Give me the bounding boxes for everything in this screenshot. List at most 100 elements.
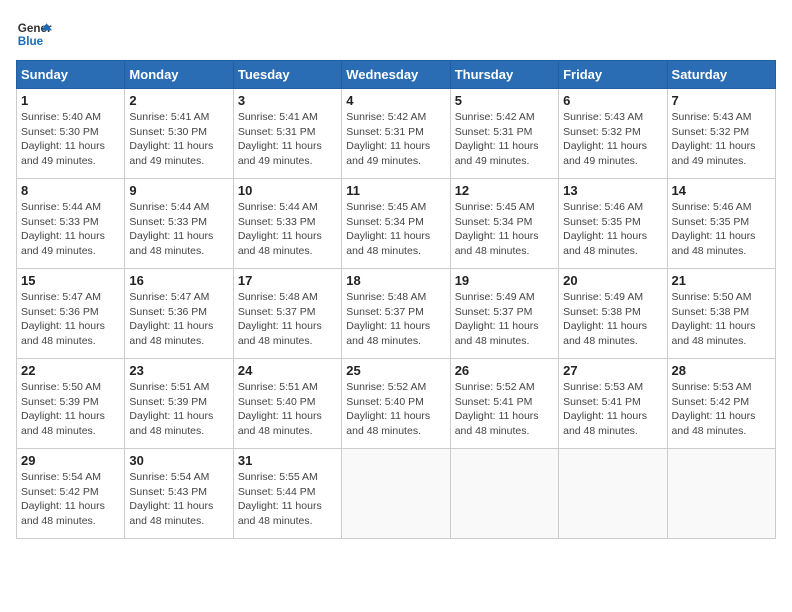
- day-number: 7: [672, 93, 771, 108]
- day-info: Sunrise: 5:45 AM Sunset: 5:34 PM Dayligh…: [346, 200, 445, 259]
- logo-icon: General Blue: [16, 16, 52, 52]
- calendar-day-cell: 29 Sunrise: 5:54 AM Sunset: 5:42 PM Dayl…: [17, 449, 125, 539]
- empty-cell: [559, 449, 667, 539]
- weekday-header: Tuesday: [233, 61, 341, 89]
- weekday-header-row: SundayMondayTuesdayWednesdayThursdayFrid…: [17, 61, 776, 89]
- weekday-header: Sunday: [17, 61, 125, 89]
- calendar-day-cell: 27 Sunrise: 5:53 AM Sunset: 5:41 PM Dayl…: [559, 359, 667, 449]
- day-number: 29: [21, 453, 120, 468]
- day-number: 27: [563, 363, 662, 378]
- day-number: 31: [238, 453, 337, 468]
- day-number: 3: [238, 93, 337, 108]
- empty-cell: [667, 449, 775, 539]
- day-number: 24: [238, 363, 337, 378]
- day-info: Sunrise: 5:46 AM Sunset: 5:35 PM Dayligh…: [563, 200, 662, 259]
- day-info: Sunrise: 5:50 AM Sunset: 5:38 PM Dayligh…: [672, 290, 771, 349]
- day-number: 10: [238, 183, 337, 198]
- empty-cell: [450, 449, 558, 539]
- day-info: Sunrise: 5:52 AM Sunset: 5:41 PM Dayligh…: [455, 380, 554, 439]
- calendar-day-cell: 24 Sunrise: 5:51 AM Sunset: 5:40 PM Dayl…: [233, 359, 341, 449]
- day-info: Sunrise: 5:41 AM Sunset: 5:30 PM Dayligh…: [129, 110, 228, 169]
- calendar-day-cell: 16 Sunrise: 5:47 AM Sunset: 5:36 PM Dayl…: [125, 269, 233, 359]
- calendar-day-cell: 11 Sunrise: 5:45 AM Sunset: 5:34 PM Dayl…: [342, 179, 450, 269]
- calendar-day-cell: 8 Sunrise: 5:44 AM Sunset: 5:33 PM Dayli…: [17, 179, 125, 269]
- day-number: 16: [129, 273, 228, 288]
- day-number: 23: [129, 363, 228, 378]
- day-number: 25: [346, 363, 445, 378]
- day-number: 14: [672, 183, 771, 198]
- day-number: 9: [129, 183, 228, 198]
- day-info: Sunrise: 5:49 AM Sunset: 5:38 PM Dayligh…: [563, 290, 662, 349]
- calendar-day-cell: 1 Sunrise: 5:40 AM Sunset: 5:30 PM Dayli…: [17, 89, 125, 179]
- calendar-table: SundayMondayTuesdayWednesdayThursdayFrid…: [16, 60, 776, 539]
- day-info: Sunrise: 5:50 AM Sunset: 5:39 PM Dayligh…: [21, 380, 120, 439]
- header: General Blue: [16, 16, 776, 52]
- day-info: Sunrise: 5:49 AM Sunset: 5:37 PM Dayligh…: [455, 290, 554, 349]
- day-info: Sunrise: 5:54 AM Sunset: 5:42 PM Dayligh…: [21, 470, 120, 529]
- calendar-day-cell: 15 Sunrise: 5:47 AM Sunset: 5:36 PM Dayl…: [17, 269, 125, 359]
- day-number: 6: [563, 93, 662, 108]
- empty-cell: [342, 449, 450, 539]
- calendar-day-cell: 14 Sunrise: 5:46 AM Sunset: 5:35 PM Dayl…: [667, 179, 775, 269]
- day-info: Sunrise: 5:43 AM Sunset: 5:32 PM Dayligh…: [563, 110, 662, 169]
- weekday-header: Monday: [125, 61, 233, 89]
- day-info: Sunrise: 5:41 AM Sunset: 5:31 PM Dayligh…: [238, 110, 337, 169]
- calendar-day-cell: 31 Sunrise: 5:55 AM Sunset: 5:44 PM Dayl…: [233, 449, 341, 539]
- day-number: 1: [21, 93, 120, 108]
- weekday-header: Saturday: [667, 61, 775, 89]
- day-info: Sunrise: 5:52 AM Sunset: 5:40 PM Dayligh…: [346, 380, 445, 439]
- svg-text:Blue: Blue: [18, 35, 44, 48]
- calendar-day-cell: 22 Sunrise: 5:50 AM Sunset: 5:39 PM Dayl…: [17, 359, 125, 449]
- calendar-day-cell: 23 Sunrise: 5:51 AM Sunset: 5:39 PM Dayl…: [125, 359, 233, 449]
- calendar-day-cell: 21 Sunrise: 5:50 AM Sunset: 5:38 PM Dayl…: [667, 269, 775, 359]
- calendar-day-cell: 30 Sunrise: 5:54 AM Sunset: 5:43 PM Dayl…: [125, 449, 233, 539]
- calendar-day-cell: 19 Sunrise: 5:49 AM Sunset: 5:37 PM Dayl…: [450, 269, 558, 359]
- day-number: 4: [346, 93, 445, 108]
- logo: General Blue: [16, 16, 52, 52]
- day-number: 13: [563, 183, 662, 198]
- day-info: Sunrise: 5:44 AM Sunset: 5:33 PM Dayligh…: [238, 200, 337, 259]
- day-info: Sunrise: 5:45 AM Sunset: 5:34 PM Dayligh…: [455, 200, 554, 259]
- calendar-week-row: 15 Sunrise: 5:47 AM Sunset: 5:36 PM Dayl…: [17, 269, 776, 359]
- day-info: Sunrise: 5:40 AM Sunset: 5:30 PM Dayligh…: [21, 110, 120, 169]
- calendar-day-cell: 13 Sunrise: 5:46 AM Sunset: 5:35 PM Dayl…: [559, 179, 667, 269]
- day-number: 2: [129, 93, 228, 108]
- weekday-header: Thursday: [450, 61, 558, 89]
- day-number: 17: [238, 273, 337, 288]
- day-number: 28: [672, 363, 771, 378]
- calendar-day-cell: 25 Sunrise: 5:52 AM Sunset: 5:40 PM Dayl…: [342, 359, 450, 449]
- day-number: 26: [455, 363, 554, 378]
- day-number: 21: [672, 273, 771, 288]
- day-info: Sunrise: 5:46 AM Sunset: 5:35 PM Dayligh…: [672, 200, 771, 259]
- day-info: Sunrise: 5:48 AM Sunset: 5:37 PM Dayligh…: [238, 290, 337, 349]
- day-info: Sunrise: 5:47 AM Sunset: 5:36 PM Dayligh…: [21, 290, 120, 349]
- day-info: Sunrise: 5:55 AM Sunset: 5:44 PM Dayligh…: [238, 470, 337, 529]
- day-info: Sunrise: 5:48 AM Sunset: 5:37 PM Dayligh…: [346, 290, 445, 349]
- day-info: Sunrise: 5:44 AM Sunset: 5:33 PM Dayligh…: [129, 200, 228, 259]
- day-info: Sunrise: 5:42 AM Sunset: 5:31 PM Dayligh…: [455, 110, 554, 169]
- calendar-day-cell: 18 Sunrise: 5:48 AM Sunset: 5:37 PM Dayl…: [342, 269, 450, 359]
- calendar-day-cell: 12 Sunrise: 5:45 AM Sunset: 5:34 PM Dayl…: [450, 179, 558, 269]
- day-info: Sunrise: 5:42 AM Sunset: 5:31 PM Dayligh…: [346, 110, 445, 169]
- calendar-day-cell: 6 Sunrise: 5:43 AM Sunset: 5:32 PM Dayli…: [559, 89, 667, 179]
- day-number: 8: [21, 183, 120, 198]
- day-number: 30: [129, 453, 228, 468]
- calendar-day-cell: 5 Sunrise: 5:42 AM Sunset: 5:31 PM Dayli…: [450, 89, 558, 179]
- day-info: Sunrise: 5:53 AM Sunset: 5:41 PM Dayligh…: [563, 380, 662, 439]
- day-number: 12: [455, 183, 554, 198]
- day-number: 15: [21, 273, 120, 288]
- calendar-week-row: 1 Sunrise: 5:40 AM Sunset: 5:30 PM Dayli…: [17, 89, 776, 179]
- day-info: Sunrise: 5:54 AM Sunset: 5:43 PM Dayligh…: [129, 470, 228, 529]
- day-info: Sunrise: 5:43 AM Sunset: 5:32 PM Dayligh…: [672, 110, 771, 169]
- day-number: 20: [563, 273, 662, 288]
- day-number: 18: [346, 273, 445, 288]
- calendar-day-cell: 28 Sunrise: 5:53 AM Sunset: 5:42 PM Dayl…: [667, 359, 775, 449]
- day-info: Sunrise: 5:44 AM Sunset: 5:33 PM Dayligh…: [21, 200, 120, 259]
- day-number: 5: [455, 93, 554, 108]
- day-info: Sunrise: 5:51 AM Sunset: 5:39 PM Dayligh…: [129, 380, 228, 439]
- calendar-day-cell: 4 Sunrise: 5:42 AM Sunset: 5:31 PM Dayli…: [342, 89, 450, 179]
- weekday-header: Friday: [559, 61, 667, 89]
- calendar-day-cell: 20 Sunrise: 5:49 AM Sunset: 5:38 PM Dayl…: [559, 269, 667, 359]
- calendar-day-cell: 17 Sunrise: 5:48 AM Sunset: 5:37 PM Dayl…: [233, 269, 341, 359]
- calendar-day-cell: 26 Sunrise: 5:52 AM Sunset: 5:41 PM Dayl…: [450, 359, 558, 449]
